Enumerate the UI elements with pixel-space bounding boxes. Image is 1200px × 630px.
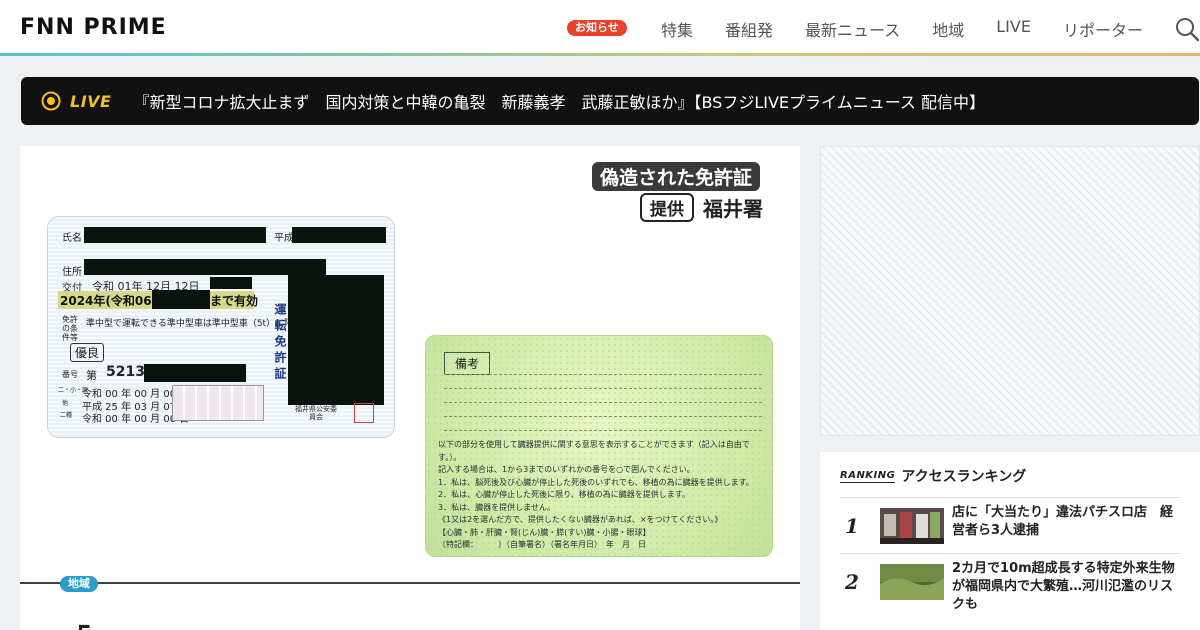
redaction-name xyxy=(84,227,266,243)
ranking-header: RANKING アクセスランキング xyxy=(840,466,1026,486)
organ-line: 記入する場合は、1から3までのいずれかの番号を○で囲んでください。 xyxy=(438,465,695,474)
organ-line: 【心臓・肺・肝臓・腎(じん)臓・膵(すい)臓・小腸・眼球】 xyxy=(438,527,651,537)
nav-item-latest-news[interactable]: 最新ニュース xyxy=(805,17,900,41)
redaction-address xyxy=(84,259,326,275)
ranking-badge: RANKING xyxy=(840,469,896,483)
header-accent-line xyxy=(0,53,1200,56)
nav-item-reporter[interactable]: リポーター xyxy=(1063,17,1143,41)
ranking-thumbnail xyxy=(880,508,944,544)
license-front: 氏名 平成 住所 交付 令和 01年 12月 12日 2024年(令和06年 ま… xyxy=(47,216,395,438)
main-nav: 特集 番組発 最新ニュース 地域 LIVE リポーター xyxy=(661,17,1143,41)
ad-placeholder[interactable] xyxy=(820,146,1200,436)
organ-line: 1．私は、脳死後及び心臓が停止した死後のいずれでも、移植の為に臓器を提供します。 xyxy=(438,477,754,487)
nav-item-live[interactable]: LIVE xyxy=(996,17,1031,41)
organ-line: 2．私は、心臓が停止した死後に限り、移植の為に臓器を提供します。 xyxy=(438,490,690,499)
provider-label: 提供 xyxy=(640,193,694,222)
nav-item-features[interactable]: 特集 xyxy=(661,17,693,41)
nav-item-region[interactable]: 地域 xyxy=(932,17,964,41)
ranking-number: 2 xyxy=(845,570,859,594)
license-conditions-label: 免許の条件等 xyxy=(62,315,78,342)
license-other2-label: 他 xyxy=(62,400,69,407)
ranking-item[interactable]: 2 2カ月で10m超成長する特定外来生物が福岡県内で大繁殖…河川氾濫のリスクも xyxy=(840,554,1180,630)
search-icon[interactable] xyxy=(1174,16,1200,42)
license-remarks-label: 備考 xyxy=(444,352,491,375)
ranking-thumbnail xyxy=(880,564,944,600)
redaction-birth xyxy=(292,227,386,243)
live-eye-icon xyxy=(41,91,61,111)
logo-text: FNN PRIME xyxy=(20,15,167,40)
redaction-expiry xyxy=(152,290,210,309)
ranking-panel: RANKING アクセスランキング 1 店に「大当たり」違法パチスロ店 経営者ら… xyxy=(820,452,1200,630)
ranking-item[interactable]: 1 店に「大当たり」違法パチスロ店 経営者ら3人逮捕 xyxy=(840,498,1180,554)
license-expiry-prefix: 2024年(令和06年 xyxy=(60,294,164,308)
license-issuer: 福井県公安委員会 xyxy=(295,405,337,421)
license-class2-label: 二種 xyxy=(60,412,73,419)
license-grade: 優良 xyxy=(70,343,105,362)
license-remarks-lines xyxy=(444,374,762,431)
organ-donation-text: 以下の部分を使用して臓器提供に関する意思を表示することができます（記入は自由です… xyxy=(438,439,768,552)
organ-line: 〔特記欄： 〕（自筆署名）（署名年月日） 年 月 日 xyxy=(438,540,646,549)
organ-line: 3．私は、臓器を提供しません。 xyxy=(438,502,555,512)
hero-caption-label: 偽造された免許証 xyxy=(592,162,761,191)
category-tag[interactable]: 地域 xyxy=(60,576,98,592)
notice-badge[interactable]: お知らせ xyxy=(567,20,627,36)
license-address-label: 住所 xyxy=(62,267,82,278)
site-logo[interactable]: FNN PRIME xyxy=(20,15,167,40)
official-seal xyxy=(354,403,374,423)
ranking-text: 2カ月で10m超成長する特定外来生物が福岡県内で大繁殖…河川氾濫のリスクも xyxy=(952,561,1175,612)
license-vertical-title: 運転免許証 xyxy=(273,303,287,383)
live-label: LIVE xyxy=(70,91,112,111)
article-title[interactable]: 「 xyxy=(60,616,90,630)
ranking-title: アクセスランキング xyxy=(901,469,1027,485)
hero-image[interactable]: 偽造された免許証 提供 福井署 氏名 平成 住所 交付 令和 01年 12月 1… xyxy=(20,146,800,584)
organ-line: 《1又は2を選んだ方で、提供したくない臓器があれば、×をつけてください。》 xyxy=(438,515,723,524)
license-name-label: 氏名 xyxy=(62,233,82,244)
license-number-visible: 5213 xyxy=(106,364,145,380)
license-back: 備考 以下の部分を使用して臓器提供に関する意思を表示することができます（記入は自… xyxy=(425,335,773,557)
license-class-grid xyxy=(172,385,264,421)
redaction-number xyxy=(144,364,246,382)
article-card: 偽造された免許証 提供 福井署 氏名 平成 住所 交付 令和 01年 12月 1… xyxy=(20,146,800,630)
redaction-issue xyxy=(210,277,252,289)
redaction-photo xyxy=(288,275,384,405)
site-header: FNN PRIME お知らせ 特集 番組発 最新ニュース 地域 LIVE リポー… xyxy=(0,0,1200,56)
organ-line: 以下の部分を使用して臓器提供に関する意思を表示することができます（記入は自由です… xyxy=(438,440,750,462)
ranking-number: 1 xyxy=(845,514,859,538)
license-expiry-suffix: まで有効 xyxy=(210,294,259,308)
license-number-prefix: 第 xyxy=(86,369,97,382)
nav-item-programs[interactable]: 番組発 xyxy=(725,17,773,41)
live-title[interactable]: 『新型コロナ拡大止まず 国内対策と中韓の亀裂 新藤義孝 武藤正敏ほか』【BSフジ… xyxy=(133,89,985,113)
ranking-text: 店に「大当たり」違法パチスロ店 経営者ら3人逮捕 xyxy=(952,505,1174,538)
live-banner[interactable]: LIVE 『新型コロナ拡大止まず 国内対策と中韓の亀裂 新藤義孝 武藤正敏ほか』… xyxy=(21,77,1199,125)
license-conditions: 準中型で運転できる準中型車は準中型車（5t）に限る xyxy=(86,319,303,329)
license-era-label: 平成 xyxy=(274,233,294,244)
provider-name: 福井署 xyxy=(703,197,763,221)
license-number-label: 番号 xyxy=(62,370,78,379)
